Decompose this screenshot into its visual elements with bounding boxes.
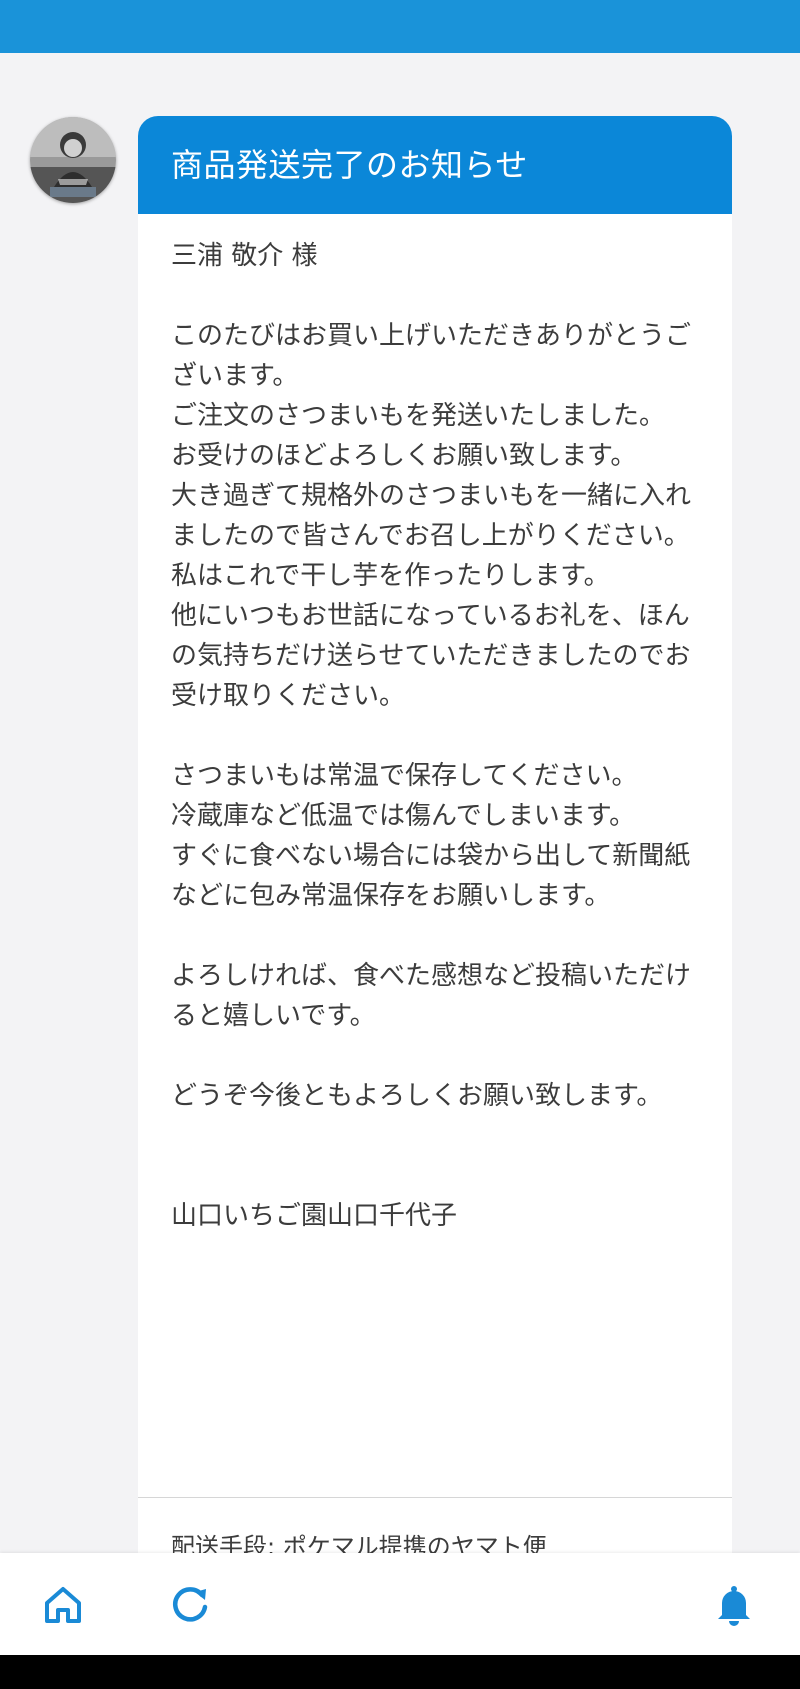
message-title: 商品発送完了のお知らせ xyxy=(138,116,732,214)
user-avatar-photo-icon xyxy=(30,117,116,203)
home-button[interactable] xyxy=(41,1583,85,1627)
message-paragraph: このたびはお買い上げいただきありがとうございます。 ご注文のさつまいもを発送いた… xyxy=(171,321,692,711)
message-paragraph: どうぞ今後ともよろしくお願い致します。 xyxy=(171,1081,663,1111)
divider xyxy=(138,1497,732,1498)
bottom-navigation xyxy=(0,1553,800,1655)
notifications-button[interactable] xyxy=(712,1583,756,1627)
home-icon xyxy=(45,1587,81,1623)
top-app-bar xyxy=(0,0,800,53)
sender-signature: 山口いちご園山口千代子 xyxy=(171,1201,458,1231)
bell-icon xyxy=(718,1586,750,1626)
message-body: 三浦 敬介 様 このたびはお買い上げいただきありがとうございます。 ご注文のさつ… xyxy=(138,214,732,1236)
salutation: 三浦 敬介 様 xyxy=(171,241,318,271)
refresh-button[interactable] xyxy=(168,1583,212,1627)
message-paragraph: さつまいもは常温で保存してください。 冷蔵庫など低温では傷んでしまいます。 すぐ… xyxy=(171,761,691,911)
refresh-icon xyxy=(173,1587,208,1622)
message-card: 商品発送完了のお知らせ 三浦 敬介 様 このたびはお買い上げいただきありがとうご… xyxy=(138,116,732,1576)
message-paragraph: よろしければ、食べた感想など投稿いただけると嬉しいです。 xyxy=(171,961,692,1031)
system-navigation-bar xyxy=(0,1655,800,1689)
sender-avatar[interactable] xyxy=(30,117,116,203)
